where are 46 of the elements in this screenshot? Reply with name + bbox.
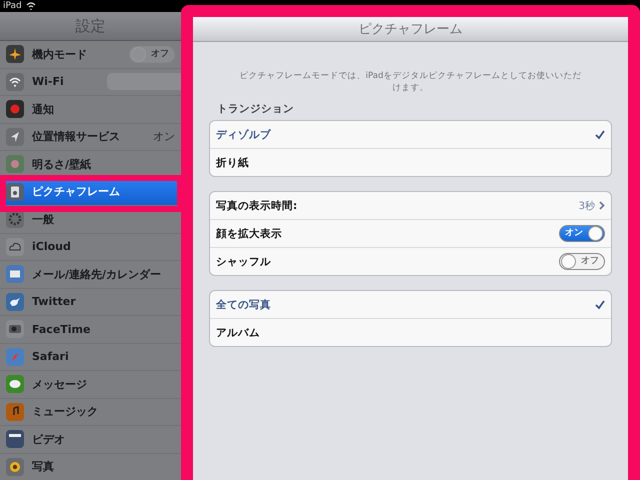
sidebar-item[interactable]: 位置情報サービス オン	[0, 124, 181, 151]
network-field[interactable]	[107, 73, 181, 90]
sidebar-item[interactable]: Safari	[0, 344, 181, 371]
sidebar-item[interactable]: FaceTime	[0, 316, 181, 344]
option-row[interactable]: アルバム	[210, 319, 611, 346]
sidebar-item[interactable]: iCloud	[0, 234, 181, 261]
setting-row: シャッフル オフ	[210, 248, 611, 275]
description-text: ピクチャフレームモードでは、iPadをデジタルピクチャフレームとしてお使いいただけます。	[239, 70, 582, 94]
wifi-icon	[26, 2, 36, 10]
checkmark-icon	[595, 300, 605, 310]
sidebar-item[interactable]: Wi-Fi	[0, 68, 181, 96]
compass-icon	[6, 348, 24, 366]
setting-value: オン	[153, 129, 175, 144]
setting-row[interactable]: 写真の表示時間: 3秒	[210, 192, 611, 220]
option-row[interactable]: 全ての写真	[210, 291, 611, 319]
option-row[interactable]: ディゾルブ	[210, 121, 611, 149]
speech-bubble-icon	[6, 375, 24, 394]
sidebar-item[interactable]: 写真	[0, 454, 181, 480]
option-row[interactable]: 折り紙	[210, 149, 611, 176]
page-title: ピクチャフレーム	[358, 21, 462, 38]
cloud-icon	[6, 238, 24, 256]
sidebar-item[interactable]: Twitter	[0, 288, 181, 316]
airplane-icon	[6, 45, 24, 64]
sidebar-item[interactable]: ミュージック	[0, 398, 181, 426]
location-icon	[6, 128, 24, 146]
section-header: トランジション	[216, 102, 295, 116]
notification-icon	[6, 100, 24, 118]
toggle-switch[interactable]: オフ	[559, 253, 605, 270]
sidebar-item[interactable]: ビデオ	[0, 426, 181, 454]
chevron-icon	[599, 201, 605, 210]
picture-frame-icon	[6, 182, 24, 201]
setting-row: 顔を拡大表示 オン	[210, 220, 611, 248]
toggle-switch[interactable]: オフ	[129, 46, 175, 63]
sidebar-item[interactable]: 一般	[0, 206, 181, 234]
wifi-icon	[6, 72, 24, 91]
sidebar-item[interactable]: 明るさ/壁紙	[0, 151, 181, 178]
toggle-switch[interactable]: オン	[559, 225, 605, 242]
device-name: iPad	[3, 1, 22, 11]
sidebar-item[interactable]: メッセージ	[0, 371, 181, 398]
checkmark-icon	[595, 130, 605, 140]
camera-icon	[6, 320, 24, 338]
sidebar-item[interactable]: メール/連絡先/カレンダー	[0, 261, 181, 288]
sunflower-icon	[6, 458, 24, 476]
sidebar-item[interactable]: 通知	[0, 96, 181, 124]
sidebar-title: 設定	[76, 16, 106, 36]
sidebar-item[interactable]: 機内モード オフ	[0, 41, 181, 68]
